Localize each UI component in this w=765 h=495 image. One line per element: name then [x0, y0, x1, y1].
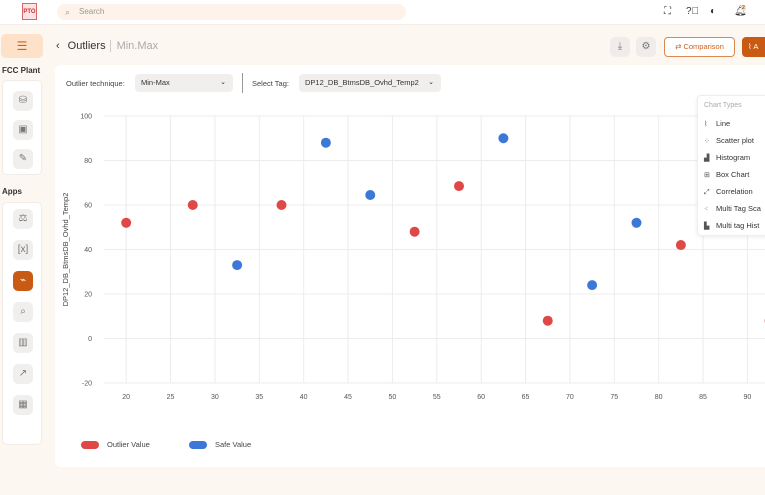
histogram-icon: ▟	[704, 155, 710, 162]
legend-outlier[interactable]: Outlier Value	[81, 440, 150, 450]
y-axis-label: DP12_DB_BtmsDB_Ovhd_Temp2	[61, 193, 70, 307]
multi-scatter-icon: ⁖	[704, 206, 709, 213]
outlier-swatch	[81, 441, 99, 450]
safe-swatch	[189, 441, 207, 450]
y-tick-label: 40	[84, 247, 92, 254]
outlier-point	[454, 181, 464, 192]
chart-type-multi-histogram[interactable]: ▙ Multi tag Hist	[704, 221, 759, 230]
x-tick-label: 30	[211, 394, 219, 401]
chart-type-correlation[interactable]: ⤢ Correlation	[704, 187, 753, 197]
y-tick-label: 60	[84, 203, 92, 210]
chart-type-line[interactable]: ⌇ Line	[704, 119, 730, 128]
y-tick-label: 20	[84, 292, 92, 299]
x-tick-label: 25	[167, 394, 175, 401]
outlier-point	[276, 200, 287, 210]
legend-safe[interactable]: Safe Value	[189, 440, 252, 450]
item-label: Histogram	[716, 153, 751, 162]
line-chart-icon: ⌇	[704, 121, 708, 128]
chart-types-menu: Chart Types ⌇ Line ⁘ Scatter plot ▟ Histogr…	[697, 95, 765, 236]
legend-label: Safe Value	[215, 440, 252, 449]
x-tick-label: 65	[522, 394, 530, 401]
safe-point	[232, 260, 243, 271]
safe-point	[587, 280, 598, 291]
y-tick-label: 100	[80, 114, 92, 121]
item-label: Box Chart	[716, 170, 750, 179]
item-label: Correlation	[716, 187, 753, 196]
outlier-point	[675, 240, 686, 251]
chart-type-multi-scatter[interactable]: ⁖ Multi Tag Sca	[704, 204, 761, 213]
x-tick-label: 40	[300, 394, 308, 401]
chart-types-title: Chart Types	[704, 102, 742, 109]
x-tick-label: 50	[389, 394, 397, 401]
multi-histogram-icon: ▙	[704, 223, 710, 230]
x-tick-label: 20	[122, 394, 130, 401]
safe-point	[365, 189, 376, 200]
chart-type-histogram[interactable]: ▟ Histogram	[704, 153, 750, 162]
scatter-icon: ⁘	[704, 138, 710, 145]
y-tick-label: 0	[88, 336, 92, 343]
y-tick-label: 80	[84, 158, 92, 165]
x-tick-label: 90	[744, 394, 752, 401]
safe-point	[320, 137, 331, 148]
item-label: Multi tag Hist	[716, 221, 760, 230]
legend-label: Outlier Value	[107, 440, 150, 449]
outlier-point	[409, 226, 420, 237]
x-tick-label: 75	[610, 394, 618, 401]
x-tick-label: 55	[433, 394, 441, 401]
box-chart-icon: ⊞	[704, 172, 710, 179]
item-label: Scatter plot	[716, 136, 754, 145]
y-tick-label: -20	[82, 381, 92, 388]
x-tick-label: 70	[566, 394, 574, 401]
item-label: Multi Tag Sca	[716, 204, 761, 213]
x-tick-label: 60	[477, 394, 485, 401]
outlier-point	[121, 217, 132, 228]
x-tick-label: 85	[699, 394, 707, 401]
x-tick-label: 35	[255, 394, 263, 401]
x-tick-label: 45	[344, 394, 352, 401]
scatter-chart: -20 0 20 40 60 80 100 20 25 30 35 40 45 50 55 60 65 70 75 8…	[61, 114, 765, 401]
outlier-point	[187, 200, 198, 210]
item-label: Line	[716, 119, 731, 128]
safe-point	[498, 133, 509, 144]
correlation-icon: ⤢	[704, 189, 710, 196]
outlier-point	[542, 315, 553, 326]
x-tick-label: 80	[655, 394, 663, 401]
chart-type-box[interactable]: ⊞ Box Chart	[704, 170, 749, 179]
safe-point	[631, 217, 642, 228]
chart-type-scatter[interactable]: ⁘ Scatter plot	[704, 136, 754, 145]
